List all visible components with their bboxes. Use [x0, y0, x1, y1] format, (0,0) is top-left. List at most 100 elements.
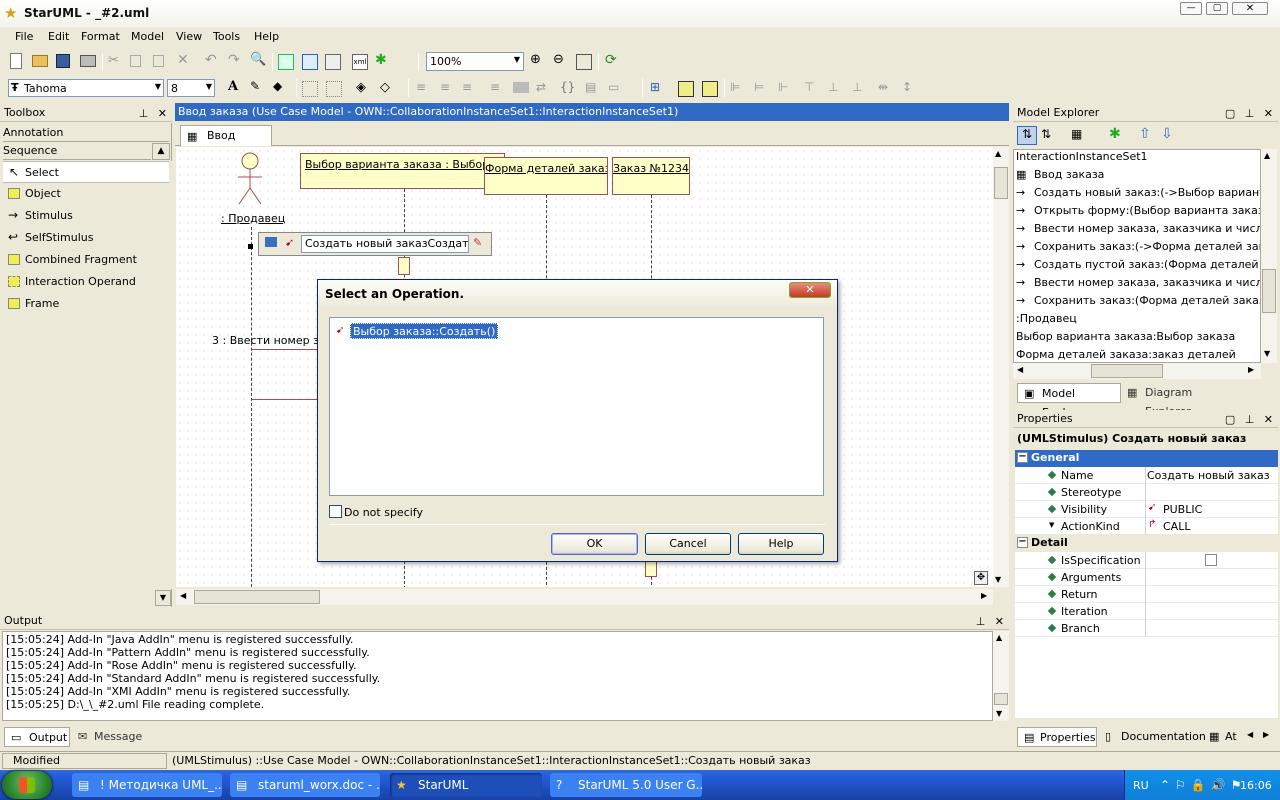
diagram-vscrollbar[interactable]: ▲ ▼: [993, 147, 1009, 587]
format-tool5-icon[interactable]: ⇄: [536, 80, 552, 96]
menu-format[interactable]: Format: [81, 30, 120, 43]
start-button[interactable]: [2, 771, 52, 799]
save-icon[interactable]: [56, 54, 70, 68]
scroll-down-icon[interactable]: ▼: [1264, 349, 1270, 358]
menu-file[interactable]: File: [15, 30, 33, 43]
redo-icon[interactable]: ↷: [228, 52, 244, 68]
scroll-right-icon[interactable]: ▶: [1248, 365, 1254, 374]
prop-row-actionkind[interactable]: ▼ ActionKind ↱ CALL: [1015, 518, 1278, 535]
tree-row[interactable]: :Продавец: [1016, 310, 1260, 328]
prop-row-name[interactable]: Name Создать новый заказ: [1015, 467, 1278, 484]
tab-output[interactable]: ▭ Output: [4, 727, 70, 747]
scroll-right-icon[interactable]: ▶: [981, 591, 987, 600]
open-folder-icon[interactable]: [32, 55, 48, 67]
language-indicator[interactable]: RU: [1133, 779, 1149, 792]
scroll-left-icon[interactable]: ◀: [1017, 365, 1023, 374]
pane-pin-close-icon[interactable]: ⊥ ✕: [139, 105, 170, 122]
tab-scroll-left-icon[interactable]: ◀: [1247, 730, 1253, 739]
tab-diagram[interactable]: ▦ Ввод заказа: [180, 125, 272, 162]
toolbox-item-combined-fragment[interactable]: Combined Fragment: [3, 249, 169, 271]
font-name-select[interactable]: Ŧ Tahoma ▼: [8, 79, 164, 97]
prop-row-stereotype[interactable]: Stereotype: [1015, 484, 1278, 501]
collapse-icon[interactable]: −: [1017, 537, 1028, 548]
toolbox-group-annotation[interactable]: Annotation: [3, 125, 169, 142]
operation-item[interactable]: Выбор заказа::Создать(): [350, 323, 499, 339]
scroll-up-icon[interactable]: ▲: [1264, 151, 1270, 160]
isspecification-checkbox[interactable]: [1205, 554, 1217, 566]
diagram2-icon[interactable]: [302, 54, 318, 70]
toolbox-item-frame[interactable]: Frame: [3, 293, 169, 315]
scroll-down-icon[interactable]: ▼: [995, 575, 1001, 584]
prop-row-arguments[interactable]: Arguments: [1015, 569, 1278, 586]
do-not-specify-checkbox[interactable]: [329, 505, 342, 518]
ok-button[interactable]: OK: [551, 533, 638, 555]
maximize-button[interactable]: ▢: [1206, 2, 1228, 15]
model-tree-hscrollbar[interactable]: ◀ ▶: [1013, 363, 1261, 379]
move-up-icon[interactable]: ⇧: [1139, 126, 1155, 142]
scroll-thumb[interactable]: [194, 590, 320, 604]
paste-icon[interactable]: [153, 55, 164, 67]
scroll-down-button[interactable]: ▼: [155, 590, 171, 606]
align4-icon[interactable]: ≡: [490, 80, 506, 96]
tree-layout-icon[interactable]: ⊞: [650, 80, 666, 96]
move-handle-icon[interactable]: ✥: [974, 571, 988, 585]
prop-row-iteration[interactable]: Iteration: [1015, 603, 1278, 620]
scroll-left-icon[interactable]: ◀: [180, 591, 186, 600]
tab-attachments[interactable]: ▦ At: [1207, 727, 1243, 747]
prop-value[interactable]: PUBLIC: [1163, 503, 1202, 516]
menu-tools[interactable]: Tools: [213, 30, 240, 43]
tree-row-diagram[interactable]: ▦ Ввод заказа: [1016, 166, 1260, 184]
cut-icon[interactable]: ✂: [108, 53, 124, 69]
menu-help[interactable]: Help: [254, 30, 279, 43]
prop-row-return[interactable]: Return: [1015, 586, 1278, 603]
scroll-thumb[interactable]: [1091, 364, 1163, 378]
scroll-thumb[interactable]: [1262, 269, 1276, 313]
toolbox-group-arrow[interactable]: ▲: [152, 143, 170, 160]
zoom-select[interactable]: 100% ▼: [426, 52, 524, 71]
tree-row-stimulus[interactable]: → Создать новый заказ:(->Выбор варианта з…: [1016, 184, 1260, 202]
zoom-fit-icon[interactable]: [576, 54, 592, 70]
refresh-icon[interactable]: ⟳: [605, 52, 621, 68]
model-tree-vscrollbar[interactable]: ▲ ▼: [1261, 149, 1277, 363]
actor-figure[interactable]: [238, 152, 262, 212]
tree-row[interactable]: Выбор варианта заказа:Выбор заказа: [1016, 328, 1260, 346]
format-tool3-icon[interactable]: ◈: [356, 80, 372, 96]
pane-pin-close-icon[interactable]: ▢ ⊥ ✕: [1225, 105, 1276, 122]
font-color-icon[interactable]: A: [228, 79, 244, 95]
tree-row-stimulus[interactable]: → Открыть форму:(Выбор варианта заказа->Ф…: [1016, 202, 1260, 220]
scroll-thumb[interactable]: [994, 693, 1008, 705]
distribute2-icon[interactable]: ↕: [902, 80, 918, 96]
fill-color-icon[interactable]: ◆: [273, 79, 289, 95]
menu-edit[interactable]: Edit: [48, 30, 69, 43]
tree-row-stimulus[interactable]: → Ввести номер заказа, заказчика и число …: [1016, 274, 1260, 292]
prop-row-isspecification[interactable]: IsSpecification: [1015, 552, 1278, 569]
toolbox-item-interaction-operand[interactable]: Interaction Operand: [3, 271, 169, 293]
align3-icon[interactable]: ≡: [462, 80, 478, 96]
bring-front-icon[interactable]: [678, 81, 694, 97]
prop-row-branch[interactable]: Branch: [1015, 620, 1278, 637]
line-color-icon[interactable]: ✎: [250, 79, 266, 95]
move-down-icon[interactable]: ⇩: [1161, 126, 1177, 142]
tree-row[interactable]: InteractionInstanceSet1: [1016, 150, 1260, 166]
sort-asc-icon[interactable]: ⇅: [1017, 126, 1037, 145]
delete-icon[interactable]: ✕: [177, 52, 193, 68]
addin-icon[interactable]: ✱: [1109, 126, 1125, 142]
taskbar-item-methodichka[interactable]: ▤ ! Методичка UML_...: [72, 773, 222, 797]
cancel-button[interactable]: Cancel: [645, 533, 731, 555]
toolbox-item-selfstimulus[interactable]: ↩ SelfStimulus: [3, 227, 169, 249]
format-tool-icon[interactable]: [302, 81, 318, 97]
toolbox-item-stimulus[interactable]: → Stimulus: [3, 205, 169, 227]
inline-edit-box[interactable]: ➹ Создать новый заказСоздать ✎: [258, 232, 492, 256]
pane-pin-close-icon[interactable]: ▢ ⊥ ✕: [1225, 411, 1276, 428]
font-size-select[interactable]: 8 ▼: [167, 79, 215, 97]
output-vscrollbar[interactable]: ▲ ▼: [993, 631, 1009, 721]
format-tool6-icon[interactable]: ▤: [585, 80, 601, 96]
eraser-icon[interactable]: ✎: [473, 236, 482, 249]
tree-row[interactable]: Форма деталей заказа:заказ деталей: [1016, 346, 1260, 362]
scroll-up-icon[interactable]: ▲: [996, 633, 1002, 642]
taskbar-item-user-guide[interactable]: ? StarUML 5.0 User G...: [550, 773, 702, 797]
align-right-icon[interactable]: ⊩: [778, 80, 794, 96]
zoom-in-icon[interactable]: ⊕: [530, 52, 546, 68]
operation-list[interactable]: ➹ Выбор заказа::Создать(): [329, 317, 824, 496]
scroll-up-icon[interactable]: ▲: [995, 149, 1001, 158]
